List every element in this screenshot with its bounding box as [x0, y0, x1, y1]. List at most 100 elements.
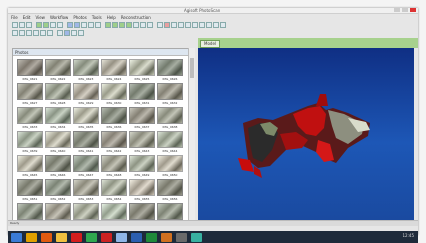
- menu-photos[interactable]: Photos: [73, 15, 87, 20]
- photo-thumbnail[interactable]: IMG_9643: [129, 131, 155, 153]
- photo-add-icon[interactable]: [12, 30, 18, 36]
- add-photos-icon[interactable]: [36, 22, 42, 28]
- photo-thumbnail[interactable]: IMG_9624: [101, 59, 127, 81]
- scrollbar-thumb[interactable]: [190, 58, 194, 78]
- resize-icon[interactable]: [185, 22, 191, 28]
- align-icon[interactable]: [43, 22, 49, 28]
- rotate-icon[interactable]: [178, 22, 184, 28]
- photo-thumbnail[interactable]: IMG_9637: [129, 107, 155, 129]
- model-viewport[interactable]: [198, 48, 414, 220]
- photo-thumbnail[interactable]: IMG_9636: [101, 107, 127, 129]
- redo-icon[interactable]: [57, 22, 63, 28]
- open-icon[interactable]: [19, 22, 25, 28]
- menu-help[interactable]: Help: [107, 15, 116, 20]
- word-icon[interactable]: [131, 232, 142, 242]
- ruler-icon[interactable]: [192, 22, 198, 28]
- minimize-button[interactable]: [394, 8, 400, 12]
- folder-icon[interactable]: [56, 232, 67, 242]
- photo-remove-icon[interactable]: [19, 30, 25, 36]
- photo-thumbnail-icon[interactable]: [78, 30, 84, 36]
- photo-thumbnail[interactable]: IMG_9627: [17, 83, 43, 105]
- photo-thumbnail[interactable]: IMG_9638: [157, 107, 183, 129]
- region-icon[interactable]: [171, 22, 177, 28]
- photo-thumbnail[interactable]: IMG_9649: [129, 155, 155, 177]
- point-cloud-icon[interactable]: [105, 22, 111, 28]
- close-button[interactable]: [410, 8, 416, 12]
- media-icon[interactable]: [101, 232, 112, 242]
- photo-sort-icon[interactable]: [57, 30, 63, 36]
- photo-thumbnail[interactable]: IMG_9640: [45, 131, 71, 153]
- photo-thumbnail[interactable]: IMG_9652: [45, 179, 71, 201]
- zoom-out-icon[interactable]: [88, 22, 94, 28]
- select-icon[interactable]: [74, 22, 80, 28]
- firefox-icon[interactable]: [41, 232, 52, 242]
- app-icon[interactable]: [191, 232, 202, 242]
- start-icon[interactable]: [11, 232, 22, 242]
- photo-thumbnail[interactable]: IMG_9631: [129, 83, 155, 105]
- photo-enable-icon[interactable]: [26, 30, 32, 36]
- photo-thumbnail[interactable]: IMG_9650: [157, 155, 183, 177]
- wireframe-icon[interactable]: [147, 22, 153, 28]
- photo-thumbnail[interactable]: IMG_9647: [73, 155, 99, 177]
- photo-thumbnail[interactable]: IMG_9625: [129, 59, 155, 81]
- navigation-icon[interactable]: [67, 22, 73, 28]
- photo-thumbnail[interactable]: IMG_9644: [157, 131, 183, 153]
- photo-thumbnail[interactable]: IMG_9622: [45, 59, 71, 81]
- explorer-icon[interactable]: [26, 232, 37, 242]
- new-icon[interactable]: [12, 22, 18, 28]
- undo-icon[interactable]: [50, 22, 56, 28]
- photo-disable-icon[interactable]: [33, 30, 39, 36]
- menu-workflow[interactable]: Workflow: [50, 15, 68, 20]
- photo-thumbnail[interactable]: IMG_9628: [45, 83, 71, 105]
- lasso-icon[interactable]: [206, 22, 212, 28]
- photo-view-icon[interactable]: [47, 30, 53, 36]
- grid-icon[interactable]: [199, 22, 205, 28]
- photo-thumbnail[interactable]: IMG_9629: [73, 83, 99, 105]
- acrobat-icon[interactable]: [71, 232, 82, 242]
- menu-tools[interactable]: Tools: [92, 15, 102, 20]
- photo-thumbnail[interactable]: IMG_9645: [17, 155, 43, 177]
- zoom-in-icon[interactable]: [81, 22, 87, 28]
- menu-reconstruction[interactable]: Reconstruction: [121, 15, 151, 20]
- menu-edit[interactable]: Edit: [23, 15, 31, 20]
- photo-thumbnail[interactable]: IMG_9654: [101, 179, 127, 201]
- maximize-button[interactable]: [402, 8, 408, 12]
- photo-thumbnail[interactable]: IMG_9635: [73, 107, 99, 129]
- solid-icon[interactable]: [140, 22, 146, 28]
- photo-thumbnail[interactable]: IMG_9648: [101, 155, 127, 177]
- photo-thumbnail[interactable]: IMG_9646: [45, 155, 71, 177]
- photoscan-icon[interactable]: [116, 232, 127, 242]
- shaded-icon[interactable]: [133, 22, 139, 28]
- photo-details-icon[interactable]: [64, 30, 70, 36]
- network-icon[interactable]: [176, 232, 187, 242]
- tab-model[interactable]: Model: [200, 40, 221, 48]
- photo-thumbnail[interactable]: IMG_9632: [157, 83, 183, 105]
- markers-icon[interactable]: [164, 22, 170, 28]
- photo-thumbnail[interactable]: IMG_9651: [17, 179, 43, 201]
- photo-thumbnail[interactable]: IMG_9653: [73, 179, 99, 201]
- dense-cloud-icon[interactable]: [112, 22, 118, 28]
- excel-icon[interactable]: [146, 232, 157, 242]
- photo-thumbnail[interactable]: IMG_9626: [157, 59, 183, 81]
- photo-thumbnail[interactable]: IMG_9642: [101, 131, 127, 153]
- mesh-icon[interactable]: [119, 22, 125, 28]
- texture-icon[interactable]: [126, 22, 132, 28]
- photo-thumbnail[interactable]: IMG_9656: [157, 179, 183, 201]
- photo-thumbnail[interactable]: IMG_9639: [17, 131, 43, 153]
- photo-thumbnail[interactable]: IMG_9634: [45, 107, 71, 129]
- reset-view-icon[interactable]: [95, 22, 101, 28]
- menu-file[interactable]: File: [11, 15, 18, 20]
- photo-thumbnail[interactable]: IMG_9630: [101, 83, 127, 105]
- photos-scrollbar[interactable]: [188, 48, 195, 220]
- cameras-icon[interactable]: [157, 22, 163, 28]
- photo-thumbnail[interactable]: IMG_9623: [73, 59, 99, 81]
- photo-thumbnail[interactable]: IMG_9655: [129, 179, 155, 201]
- crop-icon[interactable]: [213, 22, 219, 28]
- save-icon[interactable]: [26, 22, 32, 28]
- photo-mask-icon[interactable]: [40, 30, 46, 36]
- chrome-icon[interactable]: [86, 232, 97, 242]
- photo-list-icon[interactable]: [71, 30, 77, 36]
- paint-icon[interactable]: [161, 232, 172, 242]
- menu-view[interactable]: View: [35, 15, 45, 20]
- delete-icon[interactable]: [220, 22, 226, 28]
